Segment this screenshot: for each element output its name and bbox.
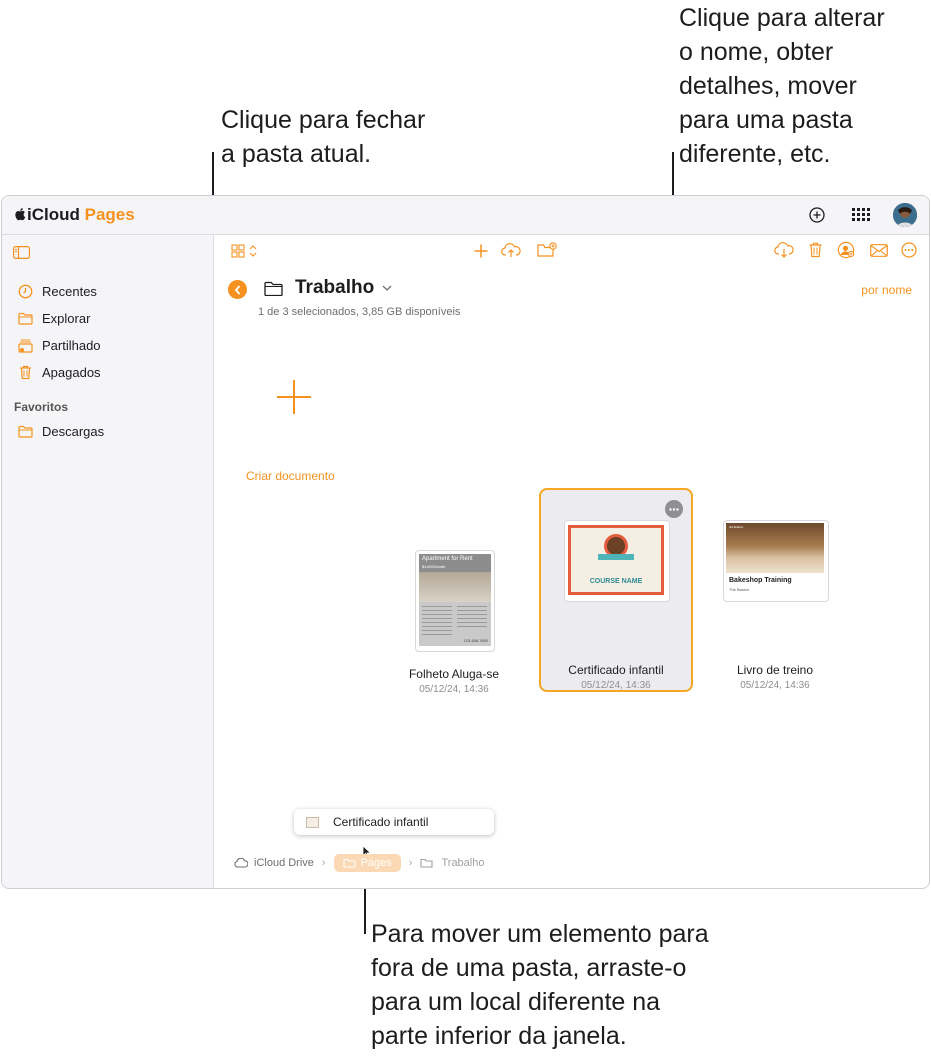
chevron-down-icon	[382, 285, 392, 291]
view-toggle-icon[interactable]	[230, 242, 260, 260]
shared-folder-icon	[18, 338, 33, 353]
document-name-folheto[interactable]: Folheto Aluga-se	[374, 667, 534, 681]
cloud-icon	[234, 858, 248, 868]
document-mini-thumbnail	[306, 816, 319, 828]
apple-logo-icon	[15, 208, 26, 221]
plus-icon	[277, 380, 311, 414]
breadcrumb-pages[interactable]: Pages	[333, 854, 401, 872]
upload-icon[interactable]	[500, 239, 522, 261]
app-brand[interactable]: iCloud Pages	[14, 205, 135, 225]
folder-icon	[18, 312, 33, 325]
document-thumbnail-folheto[interactable]: Apartment for Rent $1400/Month 123.456.7…	[415, 550, 495, 652]
sidebar-toggle-icon[interactable]	[13, 246, 31, 264]
favorites-heading: Favoritos	[14, 400, 69, 414]
create-document-label[interactable]: Criar documento	[246, 469, 335, 483]
chevron-left-icon	[234, 284, 240, 295]
more-options-icon[interactable]	[898, 239, 920, 261]
callout-close-folder: Clique para fechar a pasta atual.	[221, 106, 426, 168]
folder-icon	[264, 281, 283, 296]
callout-line-drag-to-move	[364, 884, 366, 934]
folder-subtitle: 1 de 3 selecionados, 3,85 GB disponíveis	[258, 306, 461, 318]
download-icon[interactable]	[772, 239, 796, 261]
document-thumbnail-certificado[interactable]: COURSE NAME	[564, 520, 670, 602]
breadcrumb: iCloud Drive › Pages › Trabalho	[234, 854, 484, 872]
sidebar-item-explorar[interactable]: Explorar	[18, 307, 90, 329]
chevron-right-icon: ›	[321, 857, 326, 869]
sidebar-item-partilhado[interactable]: Partilhado	[18, 334, 101, 356]
pages-window: iCloud Pages Recentes Explorar Partilhad…	[1, 195, 930, 889]
mail-icon[interactable]	[868, 239, 890, 261]
create-document-button[interactable]	[274, 377, 314, 422]
chevron-right-icon: ›	[408, 857, 413, 869]
new-document-icon[interactable]	[472, 240, 490, 262]
sort-button[interactable]: por nome	[861, 283, 912, 297]
folder-icon	[420, 858, 434, 868]
ellipsis-icon	[669, 507, 679, 511]
document-date-certificado: 05/12/24, 14:36	[581, 680, 651, 691]
document-thumbnail-livro[interactable]: 3rd Edition Bakeshop Training The Basics	[723, 520, 829, 602]
new-folder-icon[interactable]	[535, 239, 559, 261]
document-name-certificado[interactable]: Certificado infantil	[536, 663, 696, 677]
folder-icon	[18, 425, 33, 438]
app-grid-icon[interactable]	[849, 203, 873, 227]
sidebar-item-recentes[interactable]: Recentes	[18, 280, 97, 302]
document-date-folheto: 05/12/24, 14:36	[419, 684, 489, 695]
sidebar-item-apagados[interactable]: Apagados	[18, 361, 101, 383]
clock-icon	[18, 284, 33, 298]
main-content: Trabalho 1 de 3 selecionados, 3,85 GB di…	[214, 235, 929, 888]
breadcrumb-trabalho[interactable]: Trabalho	[420, 857, 484, 869]
folder-icon	[343, 858, 356, 868]
folder-title[interactable]: Trabalho	[264, 277, 392, 299]
add-circle-icon[interactable]	[805, 203, 829, 227]
avatar[interactable]	[893, 203, 917, 227]
document-date-livro: 05/12/24, 14:36	[740, 680, 810, 691]
delete-icon[interactable]	[805, 239, 825, 261]
sidebar: Recentes Explorar Partilhado Apagados Fa…	[2, 235, 214, 888]
document-name-livro[interactable]: Livro de treino	[695, 663, 855, 677]
collaborate-icon[interactable]	[834, 239, 858, 261]
drag-preview: Certificado infantil	[294, 809, 494, 835]
sidebar-item-descargas[interactable]: Descargas	[18, 420, 104, 442]
breadcrumb-icloud-drive[interactable]: iCloud Drive	[254, 857, 314, 869]
document-more-button[interactable]	[665, 500, 683, 518]
callout-drag-to-move: Para mover um elemento para fora de uma …	[371, 920, 709, 1050]
callout-more-options: Clique para alterar o nome, obter detalh…	[679, 4, 885, 168]
title-bar: iCloud Pages	[2, 196, 929, 235]
close-folder-button[interactable]	[228, 280, 247, 299]
trash-icon	[20, 365, 31, 379]
